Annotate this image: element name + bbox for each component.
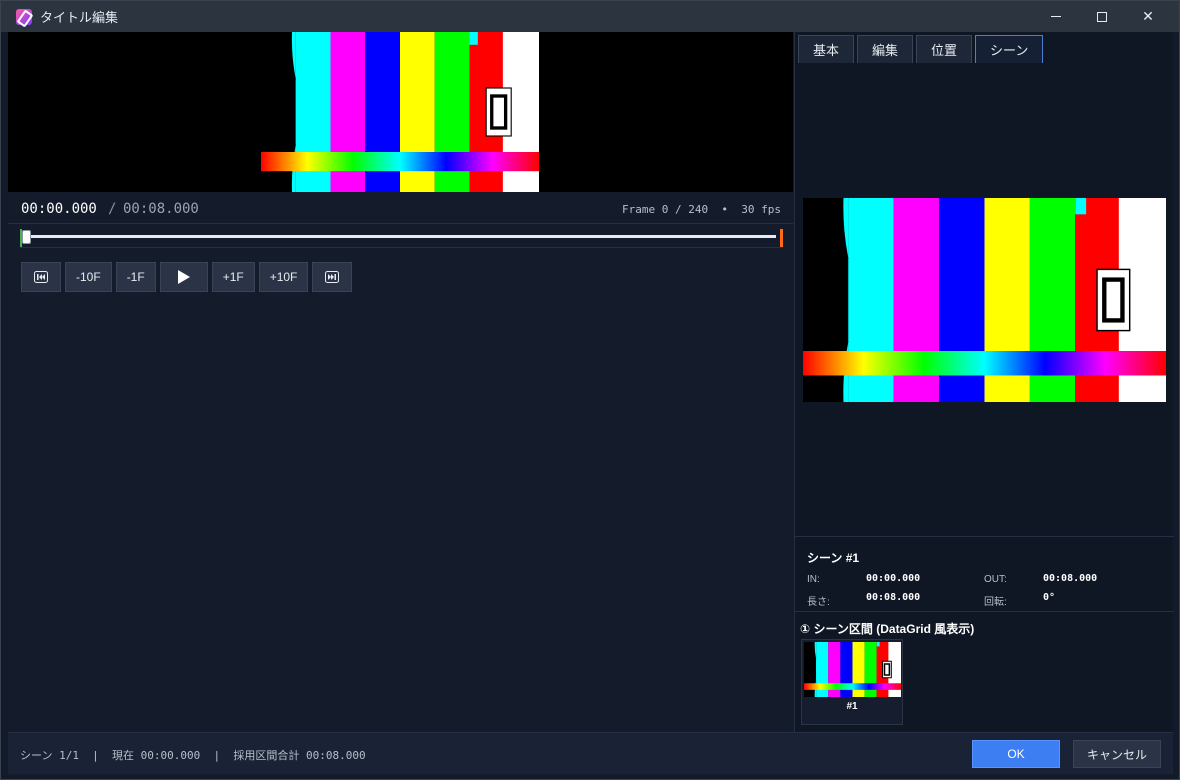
- skip-to-end-icon: [325, 271, 340, 283]
- play-button[interactable]: [159, 262, 208, 292]
- video-preview: [8, 32, 793, 192]
- preview-pane: 00:00.000 / 00:08.000 Frame 0 / 240 • 30…: [8, 32, 793, 732]
- scene-info-panel: シーン #1 IN: 00:00.000 OUT: 00:08.000 長さ: …: [795, 536, 1174, 612]
- scene-list-title: ① シーン区間 (DataGrid 風表示): [800, 622, 975, 636]
- title-edit-window: タイトル編集 ✕ 00:00.000 / 00:08.000 Frame 0 /…: [0, 0, 1180, 780]
- seek-track[interactable]: [24, 235, 776, 238]
- plus-10-frames-button[interactable]: +10F: [258, 262, 309, 292]
- skip-to-start-button[interactable]: [21, 262, 61, 292]
- out-point-marker[interactable]: [780, 229, 783, 247]
- minimize-icon: [1051, 16, 1061, 17]
- play-icon: [177, 270, 190, 284]
- scene-thumbnail-image: [804, 642, 901, 697]
- seek-bar[interactable]: [20, 228, 783, 248]
- rainbow-band: [803, 351, 1166, 376]
- time-separator: /: [108, 201, 117, 217]
- rotation-value: 0°: [1043, 592, 1056, 603]
- scene-thumbnail-card[interactable]: #1: [801, 639, 903, 725]
- transport-controls: -10F -1F +1F +10F: [21, 262, 353, 292]
- tab-scene[interactable]: シーン: [975, 35, 1044, 63]
- timecode-row: 00:00.000 / 00:08.000 Frame 0 / 240 • 30…: [8, 192, 793, 224]
- cyan-corner: [1075, 198, 1087, 215]
- seek-thumb[interactable]: [22, 230, 31, 244]
- cancel-button[interactable]: キャンセル: [1073, 740, 1161, 768]
- cyan-corner: [469, 32, 478, 45]
- tab-bar: 基本 編集 位置 シーン: [798, 35, 1044, 63]
- total-time: 00:08.000: [123, 201, 199, 217]
- footer-bar: シーン 1/1 | 現在 00:00.000 | 採用区間合計 00:08.00…: [8, 732, 1173, 774]
- close-icon: ✕: [1142, 8, 1154, 24]
- rotation-label: 回転:: [984, 597, 1007, 608]
- out-value: 00:08.000: [1043, 573, 1098, 584]
- length-value: 00:08.000: [866, 592, 921, 603]
- in-value: 00:00.000: [866, 573, 921, 584]
- frame-info: Frame 0 / 240 • 30 fps: [622, 203, 781, 216]
- plus-1-frame-button[interactable]: +1F: [211, 262, 255, 292]
- tab-position[interactable]: 位置: [916, 35, 973, 63]
- cyan-corner: [876, 642, 880, 647]
- app-icon: [16, 8, 32, 25]
- skip-to-end-button[interactable]: [312, 262, 353, 292]
- test-pattern-main: [261, 32, 539, 192]
- rainbow-band: [261, 152, 539, 172]
- minus-1-frame-button[interactable]: -1F: [115, 262, 156, 292]
- tab-basic[interactable]: 基本: [798, 35, 855, 63]
- out-label: OUT:: [984, 574, 1007, 585]
- close-button[interactable]: ✕: [1125, 1, 1171, 32]
- properties-pane: 基本 編集 位置 シーン シーン #1 IN: 00:00.000 OUT: 0…: [794, 32, 1174, 732]
- minus-10-frames-button[interactable]: -10F: [65, 262, 112, 292]
- maximize-button[interactable]: [1079, 1, 1125, 32]
- ok-button[interactable]: OK: [972, 740, 1060, 768]
- skip-to-start-icon: [34, 271, 48, 283]
- current-time: 00:00.000: [21, 201, 97, 217]
- title-bar[interactable]: タイトル編集 ✕: [1, 1, 1179, 32]
- scene-thumbnail-label: #1: [846, 701, 858, 712]
- scene-title: シーン #1: [807, 551, 860, 565]
- window-title: タイトル編集: [40, 10, 119, 25]
- rainbow-band: [804, 683, 901, 690]
- scene-preview: [803, 198, 1166, 402]
- status-text: シーン 1/1 | 現在 00:00.000 | 採用区間合計 00:08.00…: [20, 749, 366, 762]
- tab-edit[interactable]: 編集: [857, 35, 914, 63]
- in-label: IN:: [807, 574, 820, 585]
- test-pattern-thumb: [804, 642, 901, 697]
- maximize-icon: [1097, 11, 1107, 22]
- minimize-button[interactable]: [1033, 1, 1079, 32]
- test-pattern-scene: [803, 198, 1166, 402]
- length-label: 長さ:: [807, 597, 830, 608]
